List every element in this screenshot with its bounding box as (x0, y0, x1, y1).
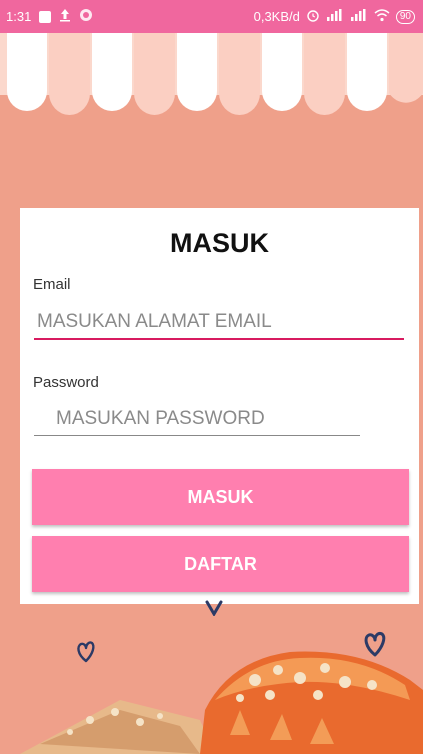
alarm-icon (306, 8, 320, 25)
status-time: 1:31 (6, 9, 32, 24)
battery-level: 90 (399, 10, 411, 22)
login-title: MASUK (170, 228, 269, 258)
password-field[interactable] (34, 406, 360, 436)
cake-image (20, 651, 423, 754)
awning-decoration (0, 33, 423, 115)
net-speed: 0,3KB/d (253, 9, 300, 24)
heart-doodle-icon (205, 600, 223, 616)
status-left: 1:31 (6, 8, 93, 25)
battery-icon: 90 (395, 9, 415, 24)
signal-icon (326, 9, 344, 24)
wifi-icon (374, 8, 390, 25)
signal-icon-2 (350, 9, 368, 24)
login-button[interactable]: MASUK (32, 469, 409, 525)
image-icon (39, 10, 52, 23)
status-bar: 1:31 0,3KB/d 90 (0, 0, 423, 33)
register-button[interactable]: DAFTAR (32, 536, 409, 592)
upload-icon (59, 8, 71, 25)
status-right: 0,3KB/d 90 (254, 8, 415, 25)
login-card: MASUK Email Password MASUK DAFTAR (20, 208, 419, 604)
app-icon (79, 8, 93, 25)
email-label: Email (33, 276, 71, 293)
email-field[interactable] (34, 310, 404, 340)
password-label: Password (33, 374, 99, 391)
